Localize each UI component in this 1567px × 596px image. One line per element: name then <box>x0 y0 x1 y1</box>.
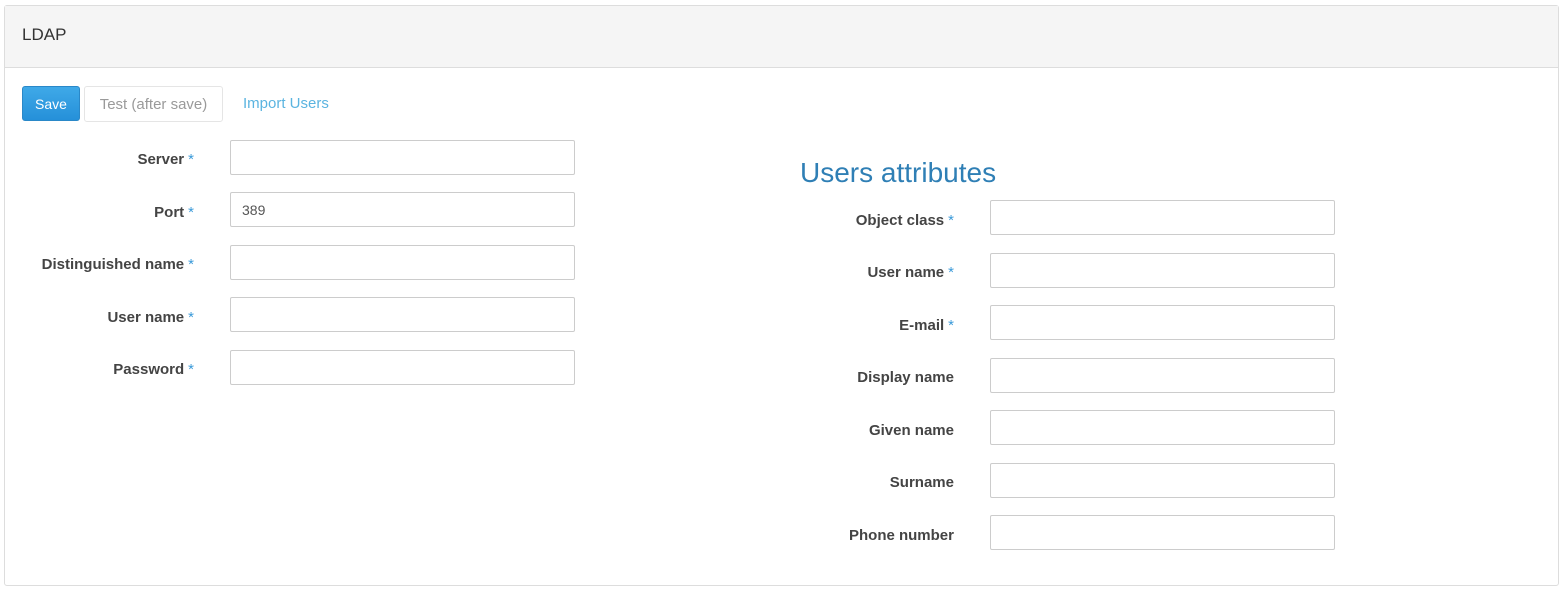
object-class-input[interactable] <box>990 200 1335 235</box>
server-label: Server * <box>137 151 194 168</box>
username-input[interactable] <box>230 297 575 332</box>
distinguished-name-label: Distinguished name * <box>42 256 194 273</box>
email-label-text: E-mail <box>899 317 945 334</box>
attr-username-label-text: User name <box>867 264 945 281</box>
server-label-text: Server <box>137 151 185 168</box>
phone-number-label: Phone number <box>848 527 954 544</box>
given-name-input[interactable] <box>990 410 1335 445</box>
password-label: Password * <box>113 361 194 378</box>
required-marker: * <box>188 309 194 326</box>
given-name-label: Given name <box>868 422 954 439</box>
save-button[interactable]: Save <box>22 86 80 121</box>
required-marker: * <box>948 317 954 334</box>
email-label: E-mail * <box>899 317 954 334</box>
port-label-text: Port <box>154 204 185 221</box>
username-label: User name * <box>107 309 194 326</box>
required-marker: * <box>948 264 954 281</box>
port-label: Port * <box>154 204 194 221</box>
username-label-text: User name <box>107 309 185 326</box>
object-class-label: Object class * <box>856 212 954 229</box>
distinguished-name-input[interactable] <box>230 245 575 280</box>
test-button[interactable]: Test (after save) <box>84 86 223 122</box>
required-marker: * <box>188 256 194 273</box>
surname-label: Surname <box>889 474 954 491</box>
email-input[interactable] <box>990 305 1335 340</box>
server-input[interactable] <box>230 140 575 175</box>
required-marker: * <box>188 361 194 378</box>
users-attributes-heading: Users attributes <box>800 157 997 188</box>
password-label-text: Password <box>113 361 185 378</box>
panel-title: LDAP <box>22 25 67 44</box>
attr-username-label: User name * <box>867 264 954 281</box>
password-input[interactable] <box>230 350 575 385</box>
import-users-link[interactable]: Import Users <box>243 95 329 112</box>
required-marker: * <box>188 204 194 221</box>
required-marker: * <box>188 151 194 168</box>
phone-number-input[interactable] <box>990 515 1335 550</box>
object-class-label-text: Object class <box>855 212 945 229</box>
surname-input[interactable] <box>990 463 1335 498</box>
panel-heading: LDAP <box>5 6 1558 68</box>
display-name-label: Display name <box>857 369 954 386</box>
required-marker: * <box>948 212 954 229</box>
display-name-input[interactable] <box>990 358 1335 393</box>
port-input[interactable] <box>230 192 575 227</box>
distinguished-name-label-text: Distinguished name <box>41 256 185 273</box>
ldap-panel: LDAP Save Test (after save) Import Users… <box>4 5 1559 586</box>
attr-username-input[interactable] <box>990 253 1335 288</box>
